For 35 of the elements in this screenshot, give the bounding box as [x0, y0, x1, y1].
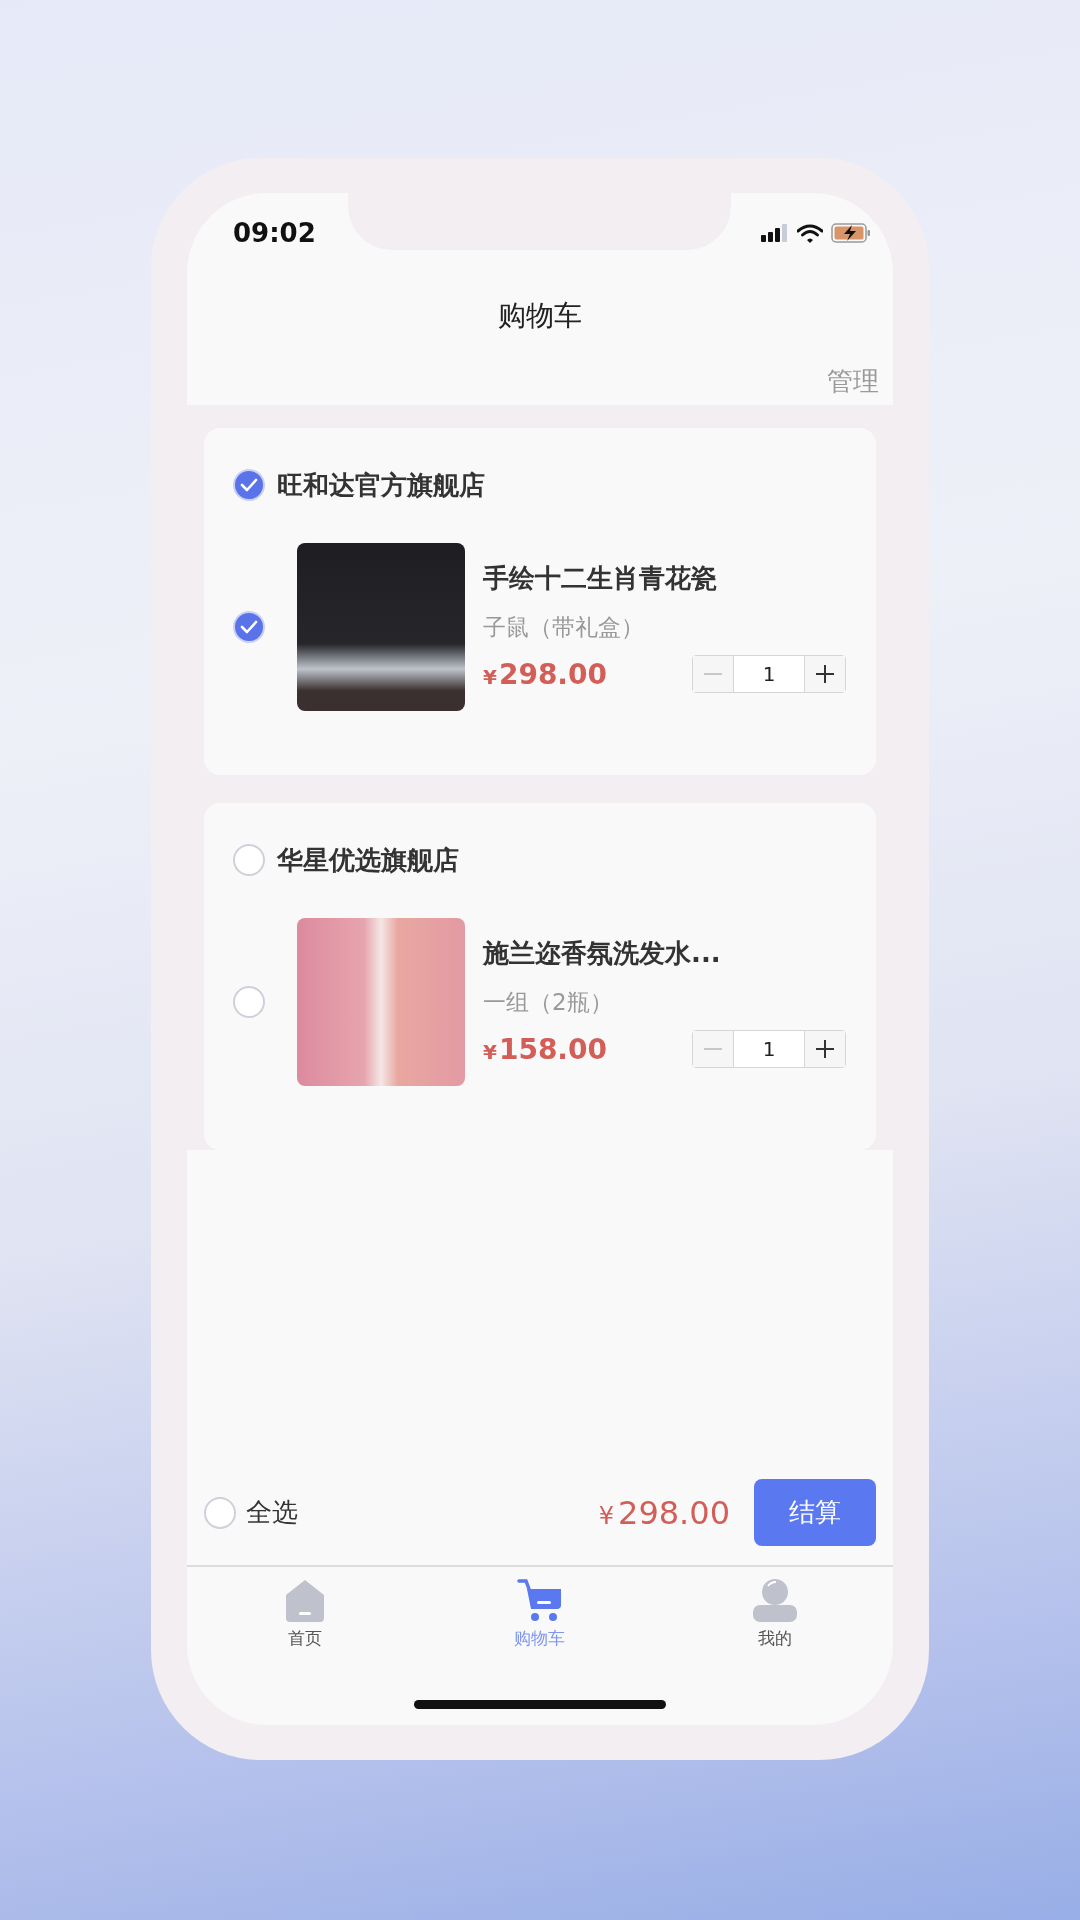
checkmark-icon — [240, 478, 258, 492]
status-time: 09:02 — [233, 218, 316, 248]
product-variant: 一组（2瓶） — [483, 988, 614, 1017]
plus-icon — [816, 665, 834, 683]
tab-bar-item[interactable]: 首页 — [187, 1567, 423, 1660]
item-checkbox[interactable] — [233, 611, 265, 643]
quantity-value[interactable]: 1 — [733, 1031, 805, 1067]
page-title: 购物车 — [498, 297, 582, 334]
store-name: 华星优选旗舰店 — [277, 843, 459, 877]
minus-icon — [704, 1047, 722, 1051]
product-title: 施兰迩香氛洗发水... — [483, 937, 722, 970]
product-title: 手绘十二生肖青花瓷 — [483, 562, 718, 595]
quantity-value[interactable]: 1 — [733, 656, 805, 692]
cart-icon — [517, 1577, 563, 1623]
plus-icon — [816, 1040, 834, 1058]
increase-button[interactable] — [805, 656, 845, 692]
signal-icon — [761, 224, 789, 242]
product-price: ¥158.00 — [483, 1032, 607, 1066]
battery-icon — [831, 223, 871, 243]
minus-icon — [704, 672, 722, 676]
product-variant: 子鼠（带礼盒） — [483, 613, 645, 642]
select-all-checkbox[interactable] — [204, 1496, 236, 1529]
product-price: ¥298.00 — [483, 657, 607, 691]
checkmark-icon — [240, 620, 258, 634]
store-checkbox[interactable] — [233, 844, 265, 876]
select-all-label[interactable]: 全选 — [246, 1495, 298, 1530]
checkout-button[interactable]: 结算 — [754, 1479, 876, 1546]
item-checkbox[interactable] — [233, 986, 265, 1018]
tab-bar-item[interactable]: 我的 — [657, 1567, 893, 1660]
profile-icon — [752, 1577, 799, 1623]
store-name: 旺和达官方旗舰店 — [277, 468, 485, 502]
total-price: ¥298.00 — [598, 1493, 730, 1532]
store-checkbox[interactable] — [233, 469, 265, 501]
increase-button[interactable] — [805, 1031, 845, 1067]
wifi-icon — [797, 223, 823, 243]
